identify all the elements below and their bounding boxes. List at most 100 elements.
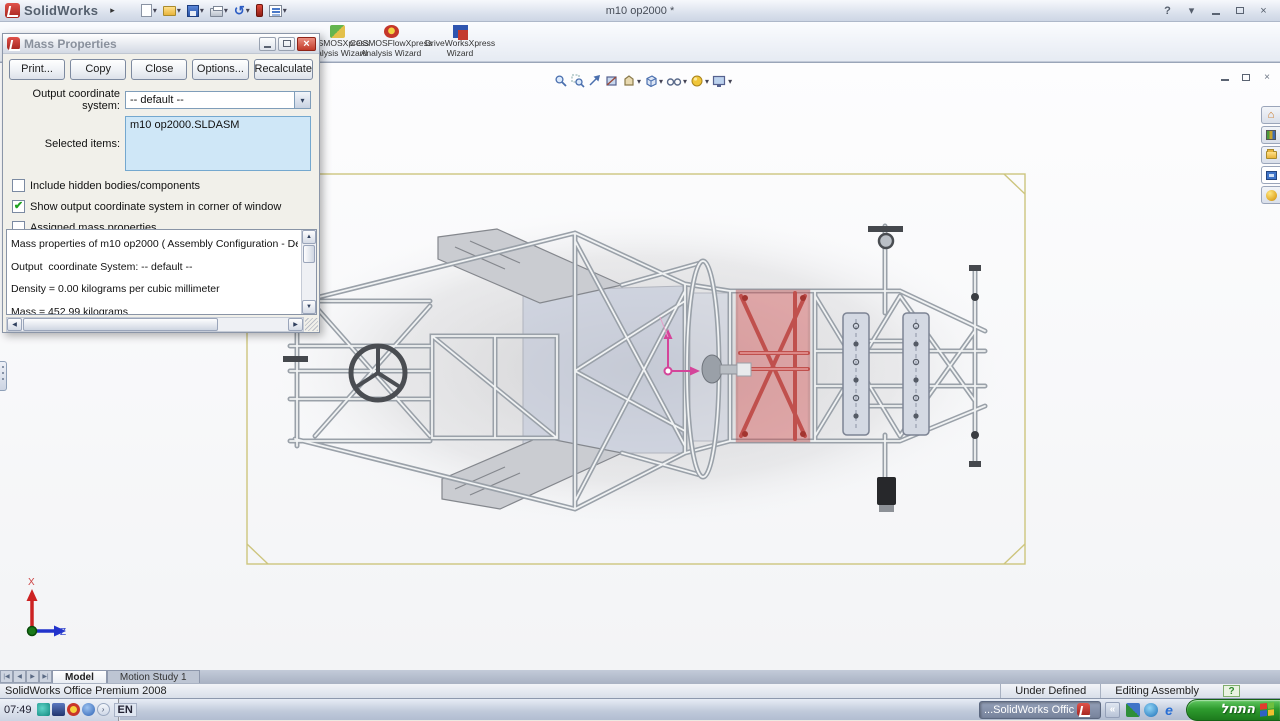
zoom-to-area-button[interactable] (571, 74, 585, 88)
feature-manager-splitter-handle[interactable] (0, 361, 7, 391)
appearance-caret-icon[interactable]: ▾ (705, 77, 709, 86)
close-button[interactable]: × (1253, 3, 1274, 18)
app-titlebar: SolidWorks ▸ ▾ ▾ ▾ ▾ ↺▾ ▾ m10 op2000 * ?… (0, 0, 1280, 22)
dialog-horizontal-scrollbar[interactable]: ◀ ▶ (6, 317, 304, 332)
selected-items-list[interactable]: m10 op2000.SLDASM (125, 116, 311, 171)
dialog-titlebar[interactable]: Mass Properties × (3, 34, 319, 54)
start-button[interactable]: התחל (1186, 699, 1280, 721)
corner-triad: X Z (27, 577, 67, 638)
restore-icon (1236, 7, 1244, 14)
results-line: Output coordinate System: -- default -- (11, 256, 298, 279)
search-monitor-icon (1266, 171, 1277, 180)
options-dialog-button[interactable]: Options... (192, 59, 248, 80)
restore-button[interactable] (1229, 3, 1250, 18)
scroll-thumb[interactable] (303, 245, 315, 263)
recalculate-button[interactable]: Recalculate (254, 59, 313, 80)
output-coordinate-select[interactable]: -- default -- ▾ (125, 91, 311, 109)
tab-search[interactable] (1261, 166, 1280, 184)
tray-app-icon[interactable] (37, 703, 50, 716)
status-bar: SolidWorks Office Premium 2008 Under Def… (0, 683, 1280, 698)
cosmosflowxpress-icon (384, 25, 399, 38)
tray-app-icon[interactable] (82, 703, 95, 716)
scroll-up-button[interactable]: ▲ (302, 230, 316, 244)
close-dialog-button[interactable]: Close (131, 59, 187, 80)
document-window-controls: × (1218, 71, 1274, 83)
show-coordinate-checkbox[interactable]: ✔ (12, 200, 25, 213)
document-tab-bar: |◀ ◀ ▶ ▶| Model Motion Study 1 (0, 670, 1280, 683)
tab-solidworks-resources[interactable]: ⌂ (1261, 106, 1280, 124)
triad-z-label: Z (60, 627, 66, 638)
dialog-minimize-icon (264, 46, 271, 48)
selected-items-row: Selected items: m10 op2000.SLDASM (3, 112, 319, 171)
tab-nav-next-button[interactable]: ▶ (26, 670, 39, 683)
tab-nav-prev-button[interactable]: ◀ (13, 670, 26, 683)
view-orientation-button[interactable]: ▾ (622, 74, 641, 88)
tab-appearances[interactable] (1261, 186, 1280, 204)
results-line: Mass = 452.99 kilograms (11, 301, 298, 315)
taskbar-clock[interactable]: 07:49 (4, 704, 32, 716)
scene-caret-icon[interactable]: ▾ (728, 77, 732, 86)
show-desktop-icon[interactable] (1126, 703, 1140, 717)
chevron-down-icon: ▾ (300, 96, 304, 105)
results-vertical-scrollbar[interactable]: ▲ ▼ (301, 230, 316, 314)
scroll-down-button[interactable]: ▼ (302, 300, 316, 314)
doc-restore-button[interactable] (1239, 71, 1253, 83)
solidworks-taskbar-button[interactable]: ...SolidWorks Offic (979, 701, 1101, 719)
display-style-button[interactable]: ▾ (644, 74, 663, 88)
previous-view-button[interactable] (588, 74, 602, 88)
hide-show-caret-icon[interactable]: ▾ (683, 77, 687, 86)
display-style-caret-icon[interactable]: ▾ (659, 77, 663, 86)
combo-dropdown-button[interactable]: ▾ (294, 92, 310, 108)
doc-minimize-button[interactable] (1218, 71, 1232, 83)
dialog-minimize-button[interactable] (259, 37, 276, 51)
dialog-resize-grip[interactable] (305, 318, 318, 331)
language-indicator[interactable]: EN (114, 703, 137, 717)
task-pane-tabs: ⌂ (1261, 106, 1280, 204)
dialog-close-icon: × (303, 39, 309, 49)
output-coordinate-row: Output coordinate system: -- default -- … (3, 84, 319, 112)
taskbar-overflow-button[interactable]: « (1105, 702, 1120, 718)
include-hidden-label: Include hidden bodies/components (25, 180, 200, 192)
tray-app-icon[interactable] (67, 703, 80, 716)
dialog-maximize-icon (283, 40, 291, 47)
print-dialog-button[interactable]: Print... (9, 59, 65, 80)
scroll-left-button[interactable]: ◀ (7, 318, 22, 331)
show-coordinate-row: ✔ Show output coordinate system in corne… (3, 192, 319, 213)
section-view-button[interactable] (605, 74, 619, 88)
folder-icon (1266, 151, 1277, 159)
selected-item[interactable]: m10 op2000.SLDASM (130, 119, 239, 131)
driveworksxpress-wizard-button[interactable]: DriveWorksXpress Wizard (420, 25, 500, 59)
tab-file-explorer[interactable] (1261, 146, 1280, 164)
start-button-label: התחל (1220, 702, 1255, 717)
scroll-right-button[interactable]: ▶ (288, 318, 303, 331)
view-orientation-caret-icon[interactable]: ▾ (637, 77, 641, 86)
copy-dialog-button[interactable]: Copy (70, 59, 126, 80)
include-hidden-checkbox[interactable] (12, 179, 25, 192)
help-caret-icon[interactable]: ▾ (1181, 3, 1202, 18)
window-controls: ? ▾ × (1157, 3, 1280, 18)
tab-nav-first-button[interactable]: |◀ (0, 670, 13, 683)
media-player-icon[interactable] (1144, 703, 1158, 717)
tab-model[interactable]: Model (52, 670, 107, 683)
selected-items-label: Selected items: (11, 138, 125, 150)
dialog-maximize-button[interactable] (278, 37, 295, 51)
mass-properties-results: Mass properties of m10 op2000 ( Assembly… (6, 229, 317, 315)
tray-expand-chevron-icon[interactable]: › (97, 703, 110, 716)
zoom-to-fit-button[interactable] (554, 74, 568, 88)
tab-nav-last-button[interactable]: ▶| (39, 670, 52, 683)
apply-scene-button[interactable]: ▾ (712, 74, 732, 88)
quick-tips-button[interactable]: ? (1223, 685, 1240, 697)
hscroll-thumb[interactable] (23, 318, 218, 331)
internet-explorer-icon[interactable]: e (1162, 703, 1176, 717)
dialog-close-button[interactable]: × (297, 37, 316, 51)
tray-app-icon[interactable] (52, 703, 65, 716)
minimize-button[interactable] (1205, 3, 1226, 18)
hide-show-items-button[interactable]: ▾ (666, 74, 687, 88)
help-button[interactable]: ? (1157, 3, 1178, 18)
doc-close-button[interactable]: × (1260, 71, 1274, 83)
edit-appearance-button[interactable]: ▾ (690, 74, 709, 88)
cosmosxpress-icon (330, 25, 345, 38)
tab-design-library[interactable] (1261, 126, 1280, 144)
tab-motion-study[interactable]: Motion Study 1 (107, 670, 200, 683)
driveworksxpress-icon (453, 25, 468, 38)
